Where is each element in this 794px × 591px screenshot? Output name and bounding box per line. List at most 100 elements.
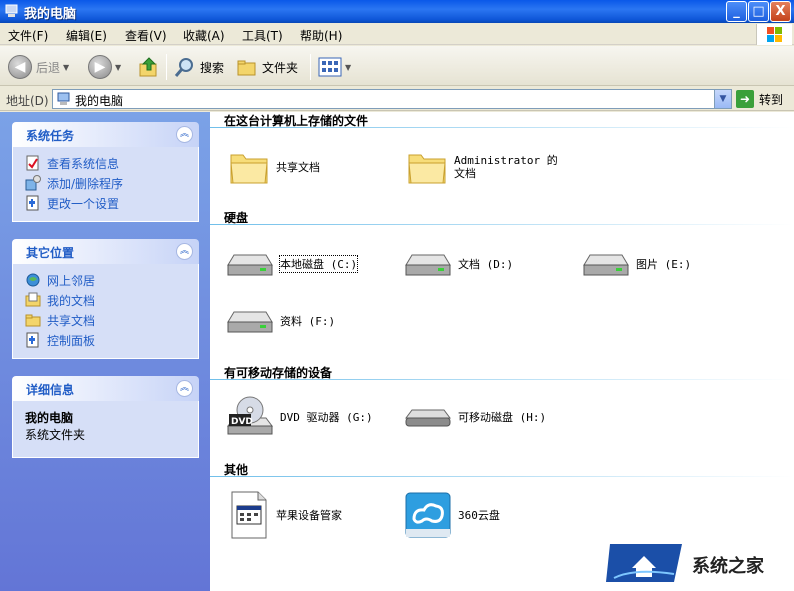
add-remove-programs-icon bbox=[25, 175, 41, 191]
group-divider bbox=[210, 476, 794, 477]
toolbar: ◀ 后退 ▼ ▶ ▼ 搜索 文件夹 ▼ bbox=[0, 46, 794, 86]
toolbar-separator bbox=[166, 54, 167, 80]
control-panel-icon bbox=[26, 332, 39, 348]
watermark-text: 系统之家 bbox=[692, 556, 764, 577]
collapse-chevron-icon[interactable]: ︽ bbox=[176, 126, 193, 143]
my-documents-icon bbox=[25, 292, 41, 307]
forward-button[interactable]: ▶ ▼ bbox=[88, 54, 121, 80]
item-label: DVD 驱动器 (G:) bbox=[280, 411, 373, 424]
place-shared-documents[interactable]: 共享文档 bbox=[25, 310, 198, 330]
item-drive-e[interactable]: 图片 (E:) bbox=[582, 241, 691, 287]
menu-edit[interactable]: 编辑(E) bbox=[66, 27, 107, 44]
search-label: 搜索 bbox=[200, 60, 225, 75]
control-panel-icon bbox=[26, 195, 39, 211]
menu-help[interactable]: 帮助(H) bbox=[300, 27, 342, 44]
title-bar[interactable]: 我的电脑 _ □ X bbox=[0, 0, 794, 23]
menu-bar: 文件(F) 编辑(E) 查看(V) 收藏(A) 工具(T) 帮助(H) bbox=[0, 23, 794, 45]
menu-view[interactable]: 查看(V) bbox=[125, 27, 167, 44]
cloud-drive-icon bbox=[405, 492, 451, 538]
details-body: 我的电脑 系统文件夹 bbox=[12, 401, 199, 458]
folders-button[interactable]: 文件夹 bbox=[236, 54, 298, 80]
minimize-button[interactable]: _ bbox=[726, 1, 747, 22]
system-info-icon bbox=[26, 155, 39, 171]
address-value: 我的电脑 bbox=[75, 94, 124, 108]
item-apple-device-manager[interactable]: 苹果设备管家 bbox=[228, 491, 342, 539]
menu-tools[interactable]: 工具(T) bbox=[242, 27, 283, 44]
back-dropdown-icon[interactable]: ▼ bbox=[63, 63, 69, 72]
item-shared-documents[interactable]: 共享文档 bbox=[228, 144, 320, 190]
explorer-window: 我的电脑 _ □ X 文件(F) 编辑(E) 查看(V) 收藏(A) 工具(T)… bbox=[0, 0, 794, 591]
menu-file[interactable]: 文件(F) bbox=[8, 27, 48, 44]
menu-favorites[interactable]: 收藏(A) bbox=[183, 27, 225, 44]
up-folder-button[interactable] bbox=[138, 54, 160, 80]
my-computer-icon bbox=[5, 4, 18, 17]
go-button[interactable]: ➜ 转到 bbox=[736, 90, 783, 108]
item-label: 文档 (D:) bbox=[458, 258, 514, 271]
place-label: 控制面板 bbox=[47, 333, 96, 348]
task-pane: 系统任务 ︽ 查看系统信息 添加/删除程序 更改一个设置 其它位置 ︽ 网上邻居… bbox=[0, 112, 210, 591]
window-title: 我的电脑 bbox=[24, 7, 77, 22]
details-name: 我的电脑 bbox=[25, 411, 74, 425]
place-my-documents[interactable]: 我的文档 bbox=[25, 290, 198, 310]
hard-disk-icon bbox=[227, 254, 273, 276]
content-pane: 在这台计算机上存储的文件 共享文档 Administrator 的文档 硬盘 本… bbox=[210, 112, 794, 591]
dvd-drive-icon: DVD bbox=[227, 396, 273, 435]
hard-disk-icon bbox=[583, 254, 629, 276]
my-computer-icon bbox=[57, 92, 70, 105]
system-tasks-list: 查看系统信息 添加/删除程序 更改一个设置 bbox=[12, 147, 199, 222]
details-header[interactable]: 详细信息 ︽ bbox=[12, 376, 199, 401]
search-button[interactable]: 搜索 bbox=[174, 54, 224, 80]
item-administrator-documents[interactable]: Administrator 的文档 bbox=[406, 144, 564, 190]
back-label: 后退 bbox=[36, 60, 61, 75]
views-dropdown-icon[interactable]: ▼ bbox=[345, 63, 351, 72]
up-folder-icon bbox=[139, 57, 157, 77]
details-box: 详细信息 ︽ 我的电脑 系统文件夹 bbox=[12, 376, 199, 458]
search-icon bbox=[174, 58, 193, 77]
address-dropdown-icon[interactable]: ▼ bbox=[714, 90, 731, 108]
group-divider bbox=[210, 379, 794, 380]
application-shortcut-icon bbox=[231, 491, 267, 539]
collapse-chevron-icon[interactable]: ︽ bbox=[176, 243, 193, 260]
go-label: 转到 bbox=[759, 92, 784, 107]
item-360-cloud-drive[interactable]: 360云盘 bbox=[404, 492, 500, 538]
maximize-button[interactable]: □ bbox=[748, 1, 769, 22]
task-change-setting[interactable]: 更改一个设置 bbox=[25, 193, 198, 213]
place-label: 网上邻居 bbox=[47, 273, 96, 288]
task-view-system-info[interactable]: 查看系统信息 bbox=[25, 153, 198, 173]
svg-text:DVD: DVD bbox=[231, 417, 253, 427]
toolbar-separator bbox=[310, 54, 311, 80]
item-label: 资料 (F:) bbox=[280, 315, 336, 328]
place-network[interactable]: 网上邻居 bbox=[25, 270, 198, 290]
collapse-chevron-icon[interactable]: ︽ bbox=[176, 380, 193, 397]
back-button[interactable]: ◀ 后退 ▼ bbox=[8, 54, 69, 80]
views-button[interactable]: ▼ bbox=[318, 54, 351, 80]
item-label: 苹果设备管家 bbox=[276, 509, 342, 522]
item-drive-f[interactable]: 资料 (F:) bbox=[226, 298, 335, 344]
back-arrow-icon: ◀ bbox=[8, 55, 32, 79]
system-tasks-header[interactable]: 系统任务 ︽ bbox=[12, 122, 199, 147]
task-label: 查看系统信息 bbox=[47, 156, 120, 171]
place-label: 我的文档 bbox=[47, 293, 96, 308]
windows-logo-icon bbox=[756, 24, 792, 45]
item-removable-disk[interactable]: 可移动磁盘 (H:) bbox=[404, 394, 546, 440]
other-places-title: 其它位置 bbox=[26, 246, 75, 260]
network-icon bbox=[26, 273, 40, 287]
details-description: 系统文件夹 bbox=[25, 428, 86, 442]
address-label: 地址(D) bbox=[6, 94, 49, 108]
item-drive-c[interactable]: 本地磁盘 (C:) bbox=[226, 241, 359, 287]
item-dvd-drive[interactable]: DVD DVD 驱动器 (G:) bbox=[226, 394, 373, 440]
hard-disk-icon bbox=[405, 254, 451, 276]
forward-dropdown-icon[interactable]: ▼ bbox=[115, 63, 121, 72]
address-input[interactable]: 我的电脑 ▼ bbox=[52, 89, 732, 109]
item-label: 可移动磁盘 (H:) bbox=[458, 411, 547, 424]
other-places-header[interactable]: 其它位置 ︽ bbox=[12, 239, 199, 264]
task-add-remove-programs[interactable]: 添加/删除程序 bbox=[25, 173, 198, 193]
item-label: 360云盘 bbox=[458, 509, 500, 522]
task-label: 添加/删除程序 bbox=[47, 176, 124, 191]
removable-disk-icon bbox=[405, 409, 451, 427]
item-drive-d[interactable]: 文档 (D:) bbox=[404, 241, 513, 287]
details-title: 详细信息 bbox=[26, 383, 75, 397]
close-button[interactable]: X bbox=[770, 1, 791, 22]
other-places-box: 其它位置 ︽ 网上邻居 我的文档 共享文档 控制面板 bbox=[12, 239, 199, 359]
place-control-panel[interactable]: 控制面板 bbox=[25, 330, 198, 350]
